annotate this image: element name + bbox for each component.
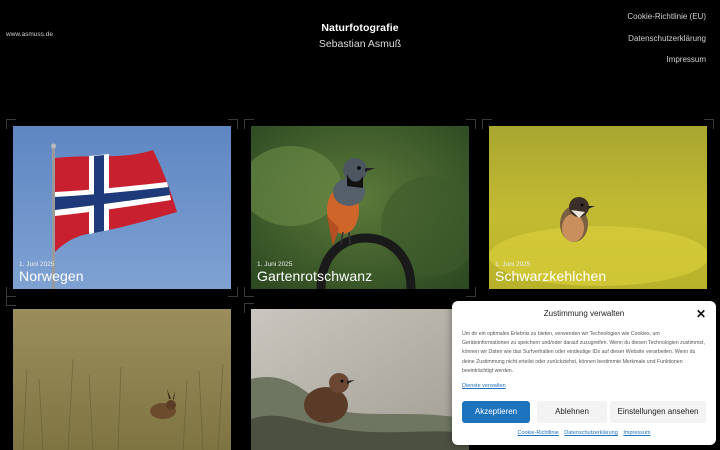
nav-link-imprint[interactable]: Impressum xyxy=(627,53,706,75)
nav-link-privacy[interactable]: Datenschutzerklärung xyxy=(627,32,706,54)
cookie-consent-dialog: Zustimmung verwalten ✕ Um dir ein optima… xyxy=(452,301,716,445)
consent-link-imprint[interactable]: Impressum xyxy=(623,430,650,436)
site-title[interactable]: Naturfotografie xyxy=(0,22,720,34)
consent-text: Um dir ein optimales Erlebnis zu bieten,… xyxy=(462,331,705,374)
manage-services-link[interactable]: Dienste verwalten xyxy=(462,383,506,389)
top-nav: Cookie-Richtlinie (EU) Datenschutzerklär… xyxy=(627,10,706,75)
view-settings-button[interactable]: Einstellungen ansehen xyxy=(610,401,706,423)
post-title[interactable]: Schwarzkehlchen xyxy=(495,268,606,284)
post-date: 1. Juni 2025 xyxy=(19,261,55,268)
post-date: 1. Juni 2025 xyxy=(257,261,293,268)
bird-photo xyxy=(251,309,469,450)
nav-link-cookie-policy[interactable]: Cookie-Richtlinie (EU) xyxy=(627,10,706,32)
post-title[interactable]: Norwegen xyxy=(19,268,84,284)
consent-title: Zustimmung verwalten xyxy=(543,309,625,318)
gallery-card-gartenrotschwanz[interactable]: 1. Juni 2025 Gartenrotschwanz xyxy=(251,126,469,289)
consent-footer-links: Cookie-Richtlinie Datenschutzerklärung I… xyxy=(452,430,716,436)
close-icon[interactable]: ✕ xyxy=(696,307,706,321)
gallery-card-5[interactable] xyxy=(251,309,469,450)
deny-button[interactable]: Ablehnen xyxy=(537,401,607,423)
gallery-card-schwarzkehlchen[interactable]: 1. Juni 2025 Schwarzkehlchen xyxy=(489,126,707,289)
hare-photo xyxy=(13,309,231,450)
gallery-card-norwegen[interactable]: 1. Juni 2025 Norwegen xyxy=(13,126,231,289)
brand[interactable]: Naturfotografie Sebastian Asmuß xyxy=(0,22,720,50)
consent-link-privacy[interactable]: Datenschutzerklärung xyxy=(564,430,618,436)
accept-button[interactable]: Akzeptieren xyxy=(462,401,530,423)
frame-corner xyxy=(6,296,16,306)
post-date: 1. Juni 2025 xyxy=(495,261,531,268)
consent-link-cookie-policy[interactable]: Cookie-Richtlinie xyxy=(517,430,558,436)
site-subtitle[interactable]: Sebastian Asmuß xyxy=(0,38,720,50)
post-title[interactable]: Gartenrotschwanz xyxy=(257,268,372,284)
gallery-card-4[interactable] xyxy=(13,309,231,450)
